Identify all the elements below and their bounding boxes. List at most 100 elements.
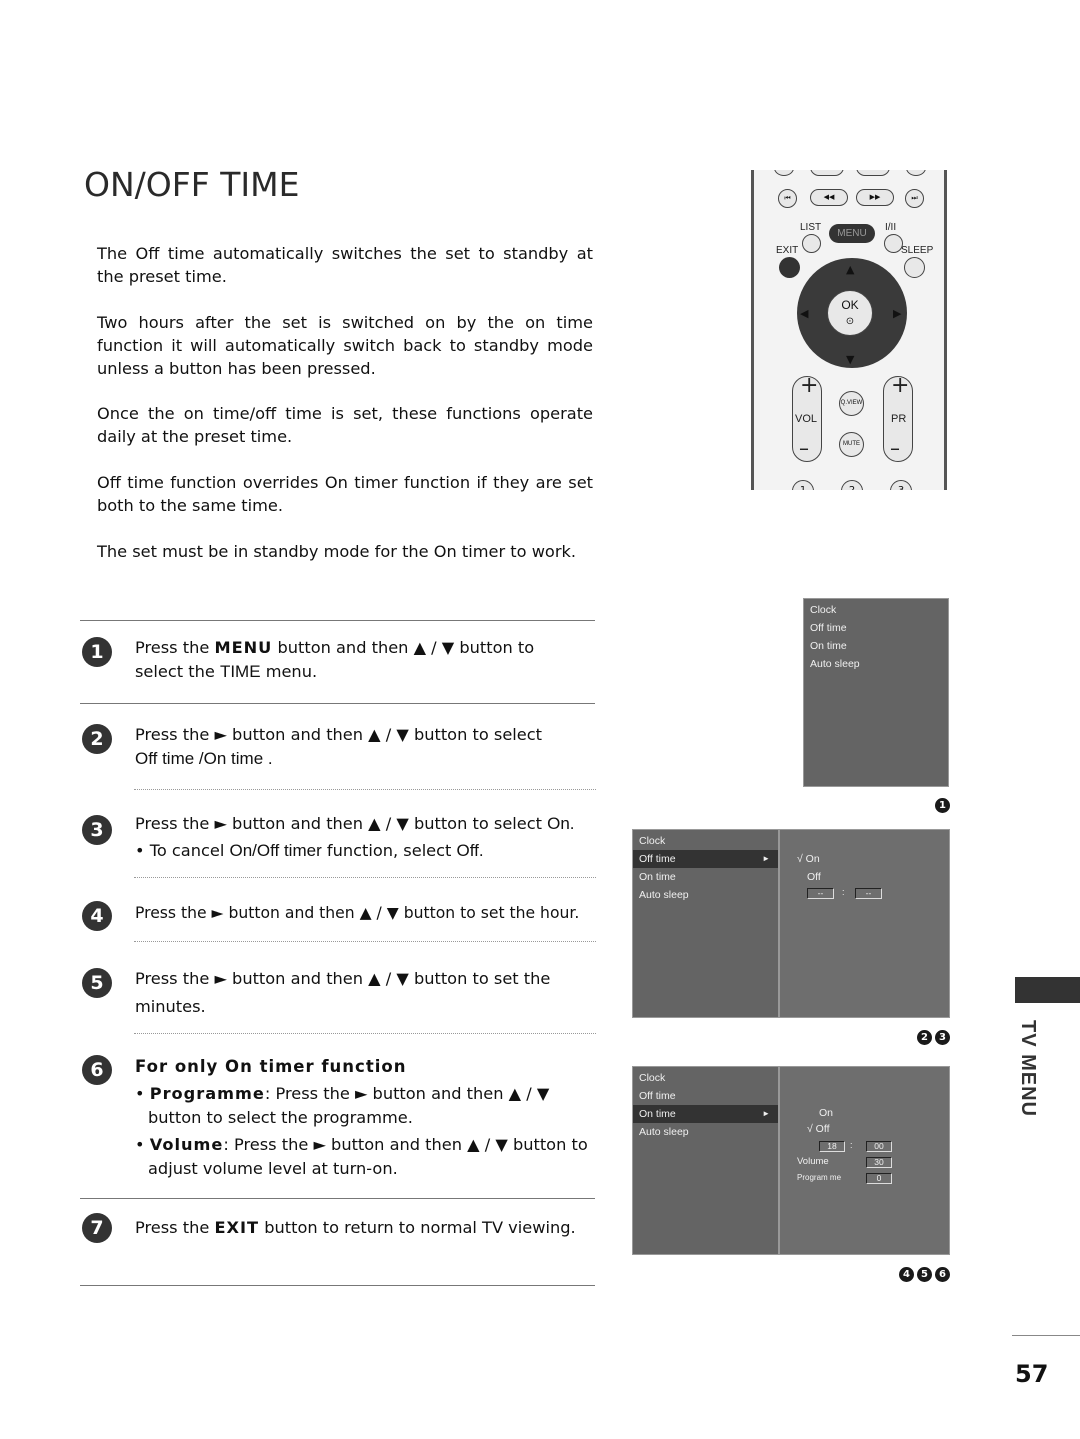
osd-menu-item: Auto sleep [639, 889, 689, 901]
exit-button [779, 257, 800, 278]
step-badge: 1 [82, 637, 112, 667]
osd-menu-item: On time [810, 640, 847, 652]
step-7-text: Press the EXIT button to return to norma… [135, 1216, 595, 1240]
osd-menu-item: Off time [639, 1090, 676, 1102]
menu-key-label: MENU [214, 638, 273, 657]
step-marker: 1 [935, 798, 950, 813]
step-text: Press the [135, 638, 215, 657]
page-number: 57 [1015, 1360, 1049, 1388]
section-tab-bar [1015, 977, 1080, 1003]
step-badge: 4 [82, 901, 112, 931]
osd-time-menu: Clock Off time On time Auto sleep [803, 598, 949, 787]
i-ii-label: I/II [885, 222, 897, 233]
hour-field: -- [807, 888, 834, 899]
intro-paragraph: Two hours after the set is switched on b… [97, 313, 593, 378]
osd-menu-item: Auto sleep [639, 1126, 689, 1138]
step-marker: 4 [899, 1267, 914, 1282]
osd-menu-item: Off time [810, 622, 847, 634]
divider [80, 620, 595, 621]
menu-option-names: Off time /On time . [135, 749, 273, 768]
step-4-text: Press the ► button and then ▲ / ▼ button… [135, 904, 580, 922]
sleep-button [904, 257, 925, 278]
number-3-button: 3 [890, 480, 912, 490]
mute-button: MUTE [839, 432, 864, 457]
osd-off-time-submenu: √ On Off -- : -- [779, 829, 950, 1018]
remote-button [856, 170, 890, 176]
step-markers: 1 [900, 793, 950, 813]
option-off-checked: √ Off [807, 1123, 830, 1135]
step-text: Press the ► button and then ▲ / ▼ button… [135, 814, 548, 833]
menu-name: TIME [219, 662, 261, 681]
minute-field: 00 [866, 1141, 892, 1152]
step-text: select the [135, 662, 220, 681]
step-badge: 3 [82, 815, 112, 845]
skip-back-icon: ⏮ [778, 189, 797, 208]
intro-paragraph: The set must be in standby mode for the … [97, 542, 577, 561]
ok-button: OK ⊙ [827, 290, 873, 336]
osd-menu-item: Clock [810, 604, 837, 616]
step-badge: 7 [82, 1213, 112, 1243]
step-text: button and then ▲ / ▼ button to [272, 638, 535, 657]
programme-label: Program me [797, 1173, 842, 1182]
programme-label: PR [891, 413, 907, 425]
option-off: Off [807, 871, 821, 883]
volume-down-icon: – [799, 436, 809, 460]
left-arrow-icon: ◀ [800, 307, 809, 320]
right-arrow-icon: ▶ [893, 307, 902, 320]
step-marker: 3 [935, 1030, 950, 1045]
divider [80, 1285, 595, 1286]
number-2-button: 2 [841, 480, 863, 490]
list-label: LIST [800, 222, 822, 233]
option-on-checked: √ On [797, 853, 820, 865]
list-button [802, 234, 821, 253]
step-text: • To cancel [135, 841, 230, 860]
step-badge: 6 [82, 1055, 112, 1085]
time-colon: : [842, 887, 845, 897]
page-number-rule [1012, 1335, 1080, 1336]
step-3-text: Press the ► button and then ▲ / ▼ button… [135, 810, 595, 864]
menu-button: MENU [829, 224, 875, 243]
programme-down-icon: – [890, 436, 900, 460]
section-tab-label: TV MENU [1017, 1020, 1039, 1117]
right-arrow-icon: ► [762, 854, 770, 863]
down-arrow-icon: ▼ [846, 353, 855, 366]
volume-field: 30 [866, 1157, 892, 1168]
volume-label: Volume [797, 1156, 829, 1167]
sleep-label: SLEEP [901, 245, 934, 256]
ok-dot-icon: ⊙ [845, 316, 855, 327]
osd-time-menu: Clock Off time ► On time Auto sleep [632, 829, 779, 1018]
number-1-button: 1 [792, 480, 814, 490]
option-name: On/Off timer [229, 841, 322, 860]
intro-paragraph: The Off time automatically switches the … [97, 244, 593, 286]
step-marker: 2 [917, 1030, 932, 1045]
rewind-icon: ◀◀ [810, 189, 848, 206]
step-5-text: Press the ► button and then ▲ / ▼ button… [135, 965, 595, 1021]
programme-field: 0 [866, 1173, 892, 1184]
step-heading: For only On timer function [135, 1057, 407, 1076]
osd-menu-item-label: Off time [639, 853, 676, 865]
dotted-divider [134, 789, 596, 790]
skip-forward-icon: ⏭ [905, 189, 924, 208]
osd-menu-item-label: On time [639, 1108, 676, 1120]
osd-on-time-submenu: On √ Off 18 : 00 Volume 30 Program me 0 [779, 1066, 950, 1255]
osd-menu-item: On time [639, 871, 676, 883]
qview-button: Q.VIEW [839, 391, 864, 416]
volume-label: VOL [795, 413, 818, 425]
dotted-divider [134, 877, 596, 878]
bullet-label: Programme [149, 1084, 265, 1103]
divider [80, 1198, 595, 1199]
step-text: Press the ► button and then ▲ / ▼ button… [135, 725, 542, 744]
remote-button [810, 170, 844, 176]
exit-key-label: EXIT [214, 1218, 260, 1237]
step-text: button to return to normal TV viewing. [259, 1218, 576, 1237]
osd-menu-item: Clock [639, 835, 666, 847]
hour-field: 18 [819, 1141, 845, 1152]
osd-time-menu: Clock Off time On time ► Auto sleep [632, 1066, 779, 1255]
step-badge: 5 [82, 968, 112, 998]
dotted-divider [134, 941, 596, 942]
option-name: Off. [456, 841, 484, 860]
page-title: ON/OFF TIME [84, 165, 300, 204]
remote-button [774, 170, 794, 176]
osd-menu-item: Auto sleep [810, 658, 860, 670]
fast-forward-icon: ▶▶ [856, 189, 894, 206]
